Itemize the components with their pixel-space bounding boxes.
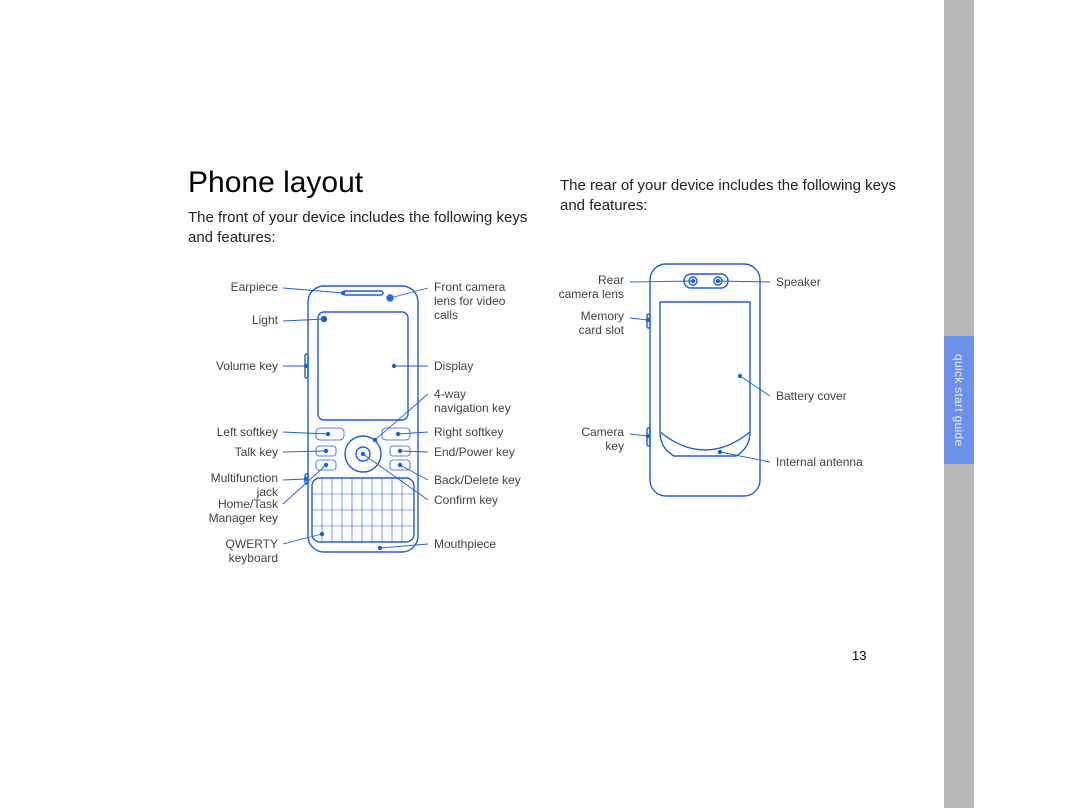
front-diagram: Earpiece Light Volume key Left softkey T… bbox=[188, 276, 538, 576]
rear-intro-text: The rear of your device includes the fol… bbox=[560, 176, 900, 217]
sidebar-tab-label-wrap: quick start guide bbox=[944, 336, 974, 464]
label-mouthpiece: Mouthpiece bbox=[434, 538, 496, 552]
label-multifunction-1: Multifunction bbox=[188, 472, 278, 486]
label-4way-1: 4-way bbox=[434, 388, 466, 402]
sidebar-stripe-upper bbox=[944, 0, 974, 336]
label-confirm: Confirm key bbox=[434, 494, 498, 508]
label-back-delete: Back/Delete key bbox=[434, 474, 521, 488]
label-front-camera-3: calls bbox=[434, 309, 458, 323]
label-front-camera-2: lens for video bbox=[434, 295, 505, 309]
label-memory-2: card slot bbox=[554, 324, 624, 338]
label-earpiece: Earpiece bbox=[188, 281, 278, 295]
label-light: Light bbox=[188, 314, 278, 328]
label-rear-camera-2: camera lens bbox=[554, 288, 624, 302]
label-camera-key-1: Camera bbox=[554, 426, 624, 440]
rear-diagram: Rear camera lens Memory card slot Camera… bbox=[560, 256, 880, 516]
front-intro-text: The front of your device includes the fo… bbox=[188, 208, 528, 249]
label-right-softkey: Right softkey bbox=[434, 426, 503, 440]
label-front-camera-1: Front camera bbox=[434, 281, 505, 295]
label-left-softkey: Left softkey bbox=[188, 426, 278, 440]
label-4way-2: navigation key bbox=[434, 402, 511, 416]
sidebar-tab-label: quick start guide bbox=[952, 354, 966, 446]
label-home-task-2: Manager key bbox=[188, 512, 278, 526]
label-battery-cover: Battery cover bbox=[776, 390, 847, 404]
label-speaker: Speaker bbox=[776, 276, 821, 290]
label-rear-camera-1: Rear bbox=[554, 274, 624, 288]
label-camera-key-2: key bbox=[554, 440, 624, 454]
section-title: Phone layout bbox=[188, 166, 363, 200]
label-volume-key: Volume key bbox=[188, 360, 278, 374]
label-memory-1: Memory bbox=[554, 310, 624, 324]
label-display: Display bbox=[434, 360, 473, 374]
label-qwerty-1: QWERTY bbox=[188, 538, 278, 552]
label-end-power: End/Power key bbox=[434, 446, 515, 460]
label-talk-key: Talk key bbox=[188, 446, 278, 460]
label-home-task-1: Home/Task bbox=[188, 498, 278, 512]
page-number: 13 bbox=[852, 648, 866, 663]
manual-page: quick start guide Phone layout The front… bbox=[0, 0, 1080, 808]
label-internal-antenna: Internal antenna bbox=[776, 456, 863, 470]
sidebar-stripe-lower bbox=[944, 464, 974, 808]
label-qwerty-2: keyboard bbox=[188, 552, 278, 566]
